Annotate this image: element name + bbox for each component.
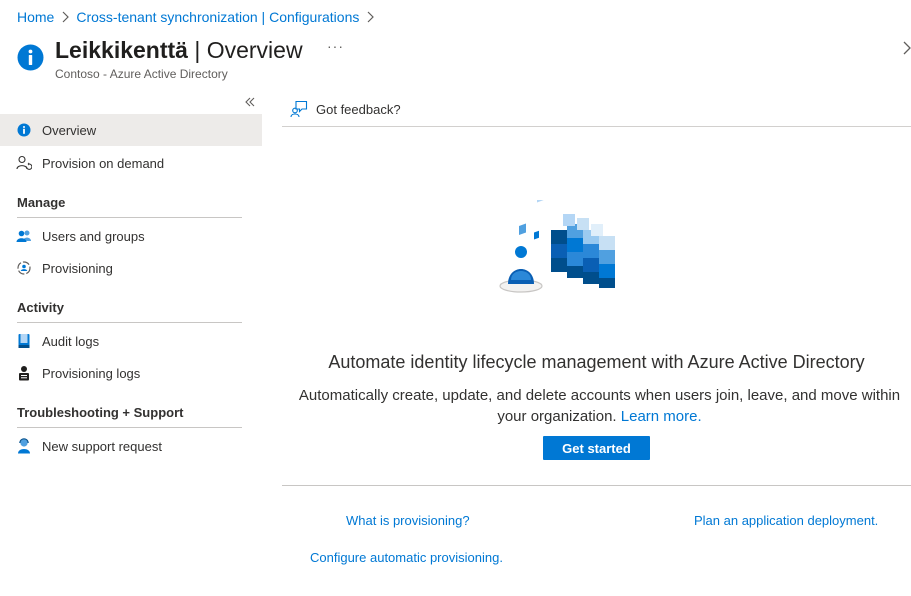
section-heading-manage: Manage [17,195,242,218]
configure-provisioning-link[interactable]: Configure automatic provisioning. [310,550,503,565]
breadcrumb: Home Cross-tenant synchronization | Conf… [17,8,381,26]
sidebar-item-label: Provisioning [42,260,113,276]
chevron-right-icon [61,11,70,23]
learn-more-link[interactable]: Learn more. [621,408,702,425]
sidebar-item-provisioning[interactable]: Provisioning [0,252,262,284]
more-options-button[interactable]: ··· [327,38,344,54]
collapse-sidebar-button[interactable] [243,95,257,109]
sidebar-item-provisioning-logs[interactable]: Provisioning logs [0,357,262,389]
page-title-name: Leikkikenttä [55,37,188,63]
breadcrumb-configurations[interactable]: Cross-tenant synchronization | Configura… [76,9,359,25]
info-icon [16,122,32,138]
breadcrumb-home[interactable]: Home [17,9,54,25]
sidebar: Overview Provision on demand Manage User… [0,92,262,596]
log-book-icon [16,333,32,349]
chevron-right-icon [366,11,375,23]
sidebar-item-label: Audit logs [42,333,100,349]
what-is-provisioning-link[interactable]: What is provisioning? [346,513,470,528]
page-title-section: Overview [206,37,303,63]
info-icon [17,44,44,71]
section-heading-activity: Activity [17,300,242,323]
sidebar-item-audit-logs[interactable]: Audit logs [0,325,262,357]
hero-description: Automatically create, update, and delete… [292,385,907,427]
double-chevron-left-icon [245,97,255,107]
divider [282,485,911,486]
sidebar-item-label: Overview [42,122,97,138]
sidebar-item-label: Provisioning logs [42,365,141,381]
main-content: Got feedback? Automate identity lifecycl… [282,92,911,596]
page-title: Leikkikenttä | Overview [55,36,303,64]
user-log-icon [16,365,32,381]
hero-description-text: Automatically create, update, and delete… [298,387,901,425]
chevron-right-icon[interactable] [902,41,911,55]
section-heading-troubleshooting: Troubleshooting + Support [17,405,242,428]
page-header: Leikkikenttä | Overview Contoso - Azure … [17,36,911,86]
sidebar-item-new-support-request[interactable]: New support request [0,430,262,462]
sidebar-item-overview[interactable]: Overview [0,114,262,146]
feedback-label: Got feedback? [316,101,401,117]
get-started-button[interactable]: Get started [543,436,650,460]
sidebar-item-provision-on-demand[interactable]: Provision on demand [0,147,262,179]
sidebar-item-label: New support request [42,438,162,454]
sidebar-item-label: Provision on demand [42,155,165,171]
plan-deployment-link[interactable]: Plan an application deployment. [694,513,878,528]
page-subtitle: Contoso - Azure Active Directory [55,67,228,81]
feedback-icon [290,100,308,118]
hero-headline: Automate identity lifecycle management w… [328,352,865,372]
sidebar-item-users-and-groups[interactable]: Users and groups [0,220,262,252]
feedback-button[interactable]: Got feedback? [282,92,911,127]
user-sync-icon [16,155,32,171]
sidebar-item-label: Users and groups [42,228,145,244]
provisioning-illustration [499,200,615,293]
page-title-separator: | [187,37,207,63]
users-icon [16,228,32,244]
provisioning-icon [16,260,32,276]
support-person-icon [16,438,32,454]
